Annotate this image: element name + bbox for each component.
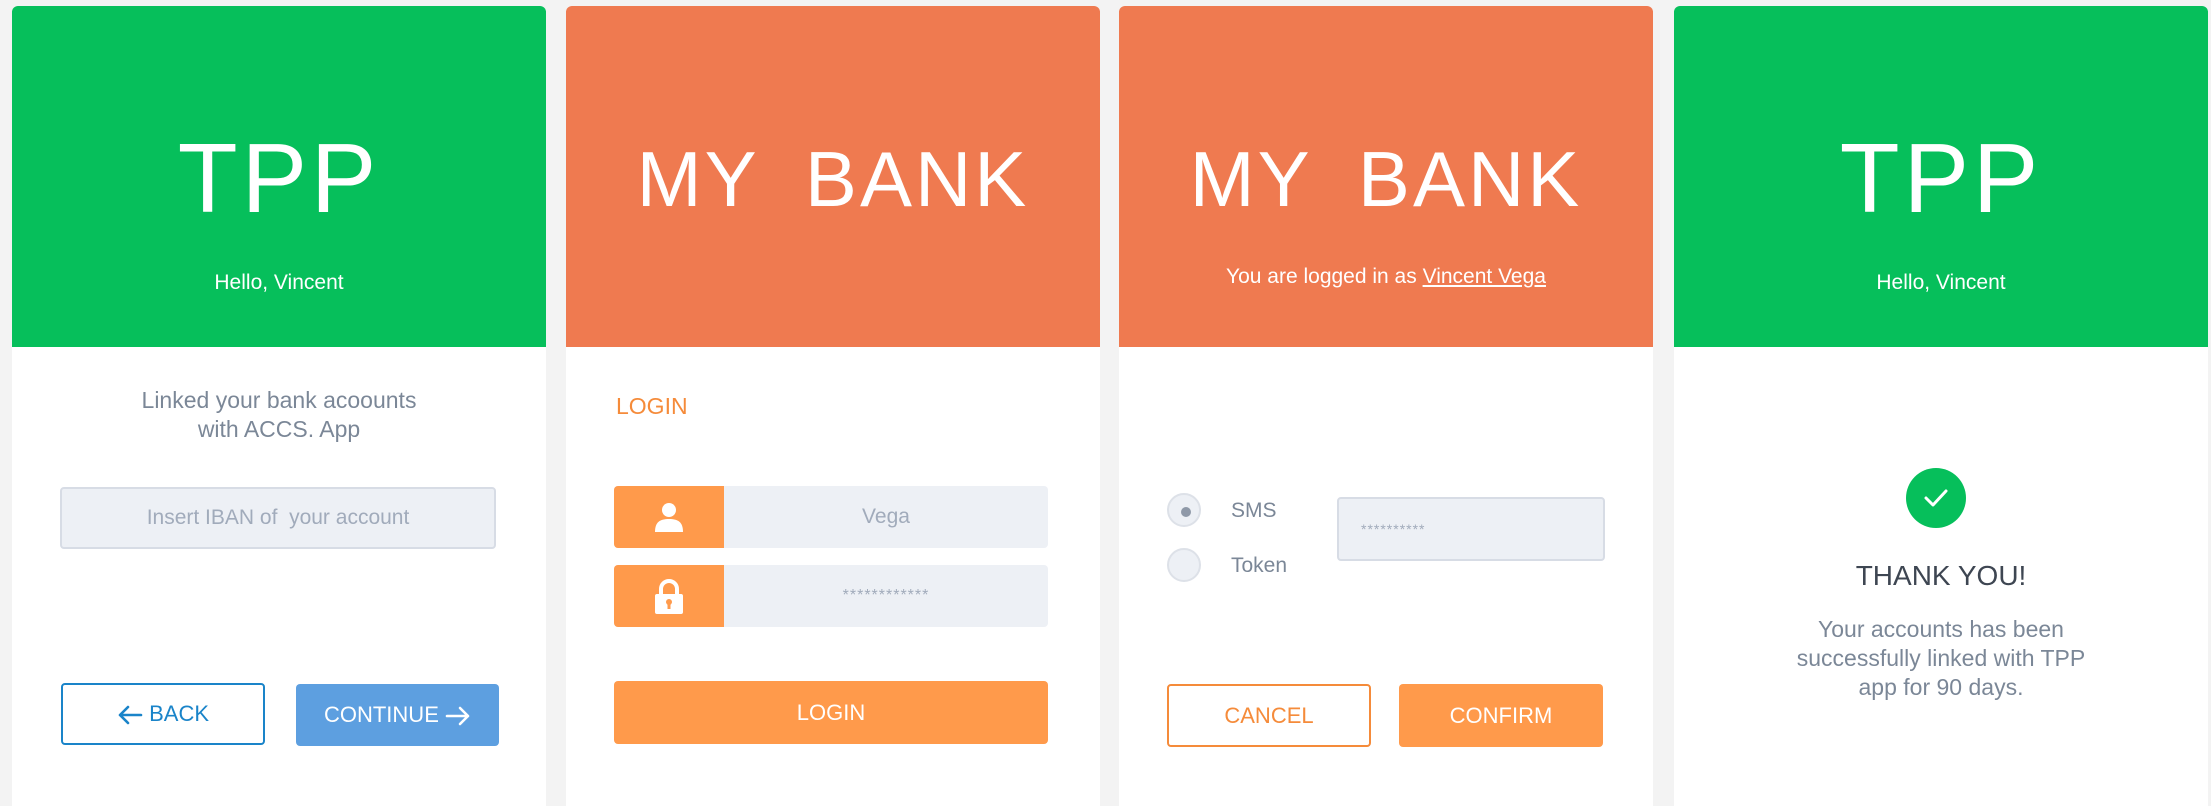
password-value: ************	[842, 587, 930, 604]
tpp-success-panel: TPP Hello, Vincent THANK YOU! Your accou…	[1674, 6, 2208, 806]
success-badge	[1906, 468, 1966, 528]
tpp-link-panel: TPP Hello, Vincent Linked your bank acoo…	[12, 6, 546, 806]
back-label: BACK	[149, 701, 210, 726]
bank-header: MY BANK	[566, 6, 1100, 347]
radio-label-sms: SMS	[1231, 499, 1277, 522]
message-line: Your accounts has been	[1818, 616, 2064, 642]
tpp-header: TPP Hello, Vincent	[12, 6, 546, 347]
continue-label: CONTINUE	[323, 702, 439, 727]
radio-selected-dot	[1181, 507, 1191, 517]
password-field[interactable]: ************	[614, 565, 1048, 627]
arrow-right-icon	[445, 706, 470, 726]
username-value: Vega	[862, 505, 910, 528]
radio-circle	[1167, 548, 1201, 582]
message-line: app for 90 days.	[1858, 674, 2024, 700]
brand-title: TPP	[177, 123, 381, 233]
radio-circle	[1167, 493, 1201, 527]
logged-in-text: You are logged in as Vincent Vega	[1119, 264, 1653, 290]
greeting-text: Hello, Vincent	[1876, 271, 2006, 294]
brand-title: MY BANK	[636, 135, 1030, 223]
user-icon	[655, 503, 683, 532]
brand-title: TPP	[1839, 123, 2043, 233]
cancel-button[interactable]: CANCEL	[1167, 684, 1371, 747]
success-message: Your accounts has been successfully link…	[1674, 615, 2208, 702]
intro-line: Linked your bank acoounts	[141, 387, 417, 413]
username-icon-box	[614, 486, 724, 548]
bank-header: MY BANK You are logged in as Vincent Veg…	[1119, 6, 1653, 347]
greeting-text: Hello, Vincent	[214, 271, 344, 294]
logged-in-prefix: You are logged in as	[1226, 265, 1417, 288]
username-field[interactable]: Vega	[614, 486, 1048, 548]
bank-login-panel: MY BANK LOGIN Vega ************ LOGIN	[566, 6, 1100, 806]
radio-label-token: Token	[1231, 554, 1288, 577]
bank-confirm-panel: MY BANK You are logged in as Vincent Veg…	[1119, 6, 1653, 806]
brand-title: MY BANK	[1189, 135, 1583, 223]
confirm-button[interactable]: CONFIRM	[1399, 684, 1603, 747]
lock-icon	[655, 579, 683, 614]
arrow-left-icon	[118, 705, 143, 725]
login-title: LOGIN	[616, 393, 688, 419]
intro-text: Linked your bank acoounts with ACCS. App	[12, 386, 546, 444]
otp-input[interactable]: **********	[1337, 497, 1605, 561]
checkmark-icon	[1924, 489, 1948, 507]
thank-you-heading: THANK YOU!	[1855, 560, 2027, 591]
password-icon-box	[614, 565, 724, 627]
iban-input[interactable]	[60, 487, 496, 549]
tpp-header: TPP Hello, Vincent	[1674, 6, 2208, 347]
login-button[interactable]: LOGIN	[614, 681, 1048, 744]
continue-button[interactable]: CONTINUE	[296, 684, 499, 746]
message-line: successfully linked with TPP	[1796, 645, 2086, 671]
back-button[interactable]: BACK	[61, 683, 265, 745]
user-link[interactable]: Vincent Vega	[1423, 265, 1546, 288]
intro-line: with ACCS. App	[197, 416, 361, 442]
